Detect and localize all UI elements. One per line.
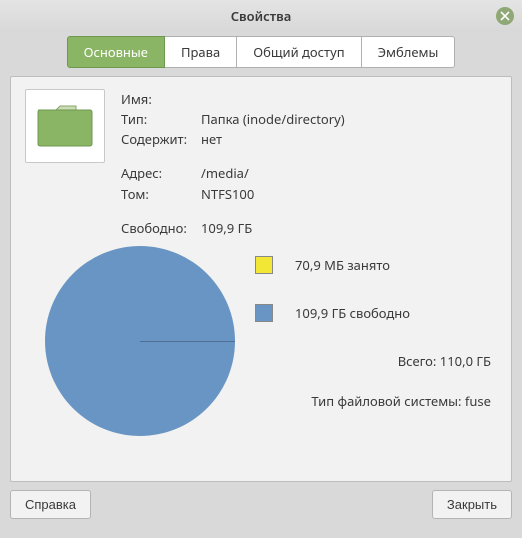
tab-basic[interactable]: Основные xyxy=(67,36,165,68)
window-title: Свойства xyxy=(231,7,292,25)
tab-bar: Основные Права Общий доступ Эмблемы xyxy=(0,32,522,76)
tab-emblems[interactable]: Эмблемы xyxy=(361,36,456,68)
value-free: 109,9 ГБ xyxy=(201,218,252,238)
close-button[interactable]: Закрыть xyxy=(432,490,512,519)
value-type: Папка (inode/directory) xyxy=(201,109,345,129)
legend-free-text: 109,9 ГБ свободно xyxy=(295,304,410,322)
legend-used-text: 70,9 МБ занято xyxy=(295,256,390,274)
titlebar: Свойства xyxy=(0,0,522,32)
properties-panel: Имя: Тип: Папка (inode/directory) Содерж… xyxy=(10,76,512,482)
value-volume: NTFS100 xyxy=(201,184,254,204)
total-label: Всего: xyxy=(398,352,437,370)
close-icon xyxy=(500,11,510,21)
swatch-used-icon xyxy=(255,256,273,274)
pie-radius-line xyxy=(140,341,235,342)
legend-total-row: Всего: 110,0 ГБ xyxy=(255,352,497,370)
legend-free-row: 109,9 ГБ свободно xyxy=(255,304,497,322)
label-name: Имя: xyxy=(121,89,201,109)
label-volume: Том: xyxy=(121,184,201,204)
label-type: Тип: xyxy=(121,109,201,129)
item-icon-well[interactable] xyxy=(25,89,105,163)
tab-share[interactable]: Общий доступ xyxy=(236,36,361,68)
fs-label: Тип файловой системы: xyxy=(311,392,461,410)
fs-value: fuse xyxy=(465,392,491,410)
legend-used-row: 70,9 МБ занято xyxy=(255,256,497,274)
legend-fs-row: Тип файловой системы: fuse xyxy=(255,392,497,410)
label-free: Свободно: xyxy=(121,218,201,238)
label-address: Адрес: xyxy=(121,163,201,183)
help-button[interactable]: Справка xyxy=(10,490,91,519)
info-grid: Имя: Тип: Папка (inode/directory) Содерж… xyxy=(121,89,345,238)
value-contains: нет xyxy=(201,129,222,149)
value-address: /media/ xyxy=(201,163,249,183)
disk-usage-area: 70,9 МБ занято 109,9 ГБ свободно Всего: … xyxy=(25,246,497,456)
swatch-free-icon xyxy=(255,304,273,322)
label-contains: Содержит: xyxy=(121,129,201,149)
tab-permissions[interactable]: Права xyxy=(164,36,237,68)
disk-usage-legend: 70,9 МБ занято 109,9 ГБ свободно Всего: … xyxy=(255,256,497,410)
total-value: 110,0 ГБ xyxy=(440,352,491,370)
window-close-button[interactable] xyxy=(496,7,514,25)
folder-icon xyxy=(36,102,94,150)
dialog-button-bar: Справка Закрыть xyxy=(0,488,522,529)
